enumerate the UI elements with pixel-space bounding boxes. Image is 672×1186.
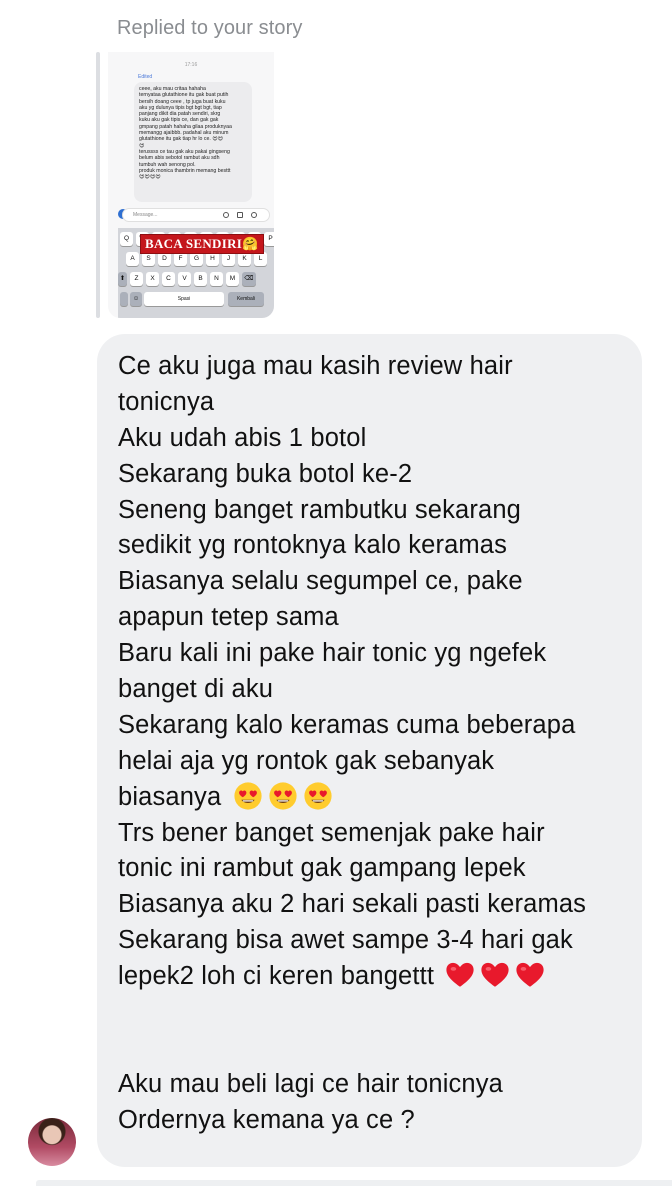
message-line: biasanya	[118, 780, 628, 816]
heart-eyes-emoji-icon	[303, 782, 332, 810]
story-timestamp: 17:16	[184, 62, 198, 68]
key-x: X	[146, 272, 159, 286]
emoji-key-icon: ☺	[130, 292, 142, 306]
red-heart-emoji-icon	[516, 962, 544, 987]
story-text-line: 😍😍😍😍	[139, 174, 161, 181]
composer-edge	[36, 1180, 672, 1186]
space-key: Spasi	[144, 292, 224, 306]
message-line: banget di aku	[118, 672, 628, 708]
numbers-key	[120, 292, 128, 306]
message-line: lepek2 loh ci keren bangettt	[118, 959, 628, 995]
message-line-text: Ordernya kemana ya ce ?	[118, 1105, 415, 1134]
replied-to-story-label: Replied to your story	[117, 17, 303, 39]
gallery-icon	[237, 212, 243, 218]
message-line-text: Ce aku juga mau kasih review hair	[118, 352, 513, 380]
reply-quote-bar	[96, 52, 100, 318]
story-message-placeholder: Message...	[133, 212, 158, 218]
key-k: K	[238, 252, 251, 266]
message-line-text: lepek2 loh ci keren bangettt	[118, 962, 435, 991]
microphone-icon	[223, 212, 229, 218]
message-line-text: banget di aku	[118, 675, 274, 704]
message-line-text: Sekarang bisa awet sampe 3-4 hari gak	[118, 926, 573, 955]
message-line: Ce aku juga mau kasih review hair	[118, 349, 628, 385]
message-line: Aku udah abis 1 botol	[118, 421, 628, 457]
heart-eyes-emoji-icon	[233, 782, 262, 810]
message-line-text: biasanya	[118, 782, 222, 811]
message-line: sedikit yg rontoknya kalo keramas	[118, 528, 628, 564]
message-line-text: helai aja yg rontok gak sebanyak	[118, 746, 495, 775]
message-line: Ordernya kemana ya ce ?	[118, 1103, 628, 1139]
message-line: Biasanya aku 2 hari sekali pasti keramas	[118, 887, 628, 923]
message-line	[118, 995, 628, 1031]
story-chat-bubble: ceee, aku mau critaa hahaha ternyataa glu…	[134, 82, 252, 202]
message-line-text: apapun tetep sama	[118, 603, 339, 632]
message-line-text: tonicnya	[118, 387, 215, 416]
shift-key-icon: ⬆	[118, 272, 127, 286]
key-n: N	[210, 272, 223, 286]
message-line-text: sedikit yg rontoknya kalo keramas	[118, 531, 508, 560]
key-f: F	[174, 252, 187, 266]
key-v: V	[178, 272, 191, 286]
baca-sendiri-sticker: BACA SENDIRI🤗	[140, 234, 264, 254]
red-heart-emoji-icon	[446, 962, 474, 987]
key-a: A	[126, 252, 139, 266]
key-d: D	[158, 252, 171, 266]
message-line-text: Biasanya selalu segumpel ce, pake	[118, 567, 523, 596]
key-c: C	[162, 272, 175, 286]
key-g: G	[190, 252, 203, 266]
return-key: Kembali	[228, 292, 264, 306]
message-line-text: tonic ini rambut gak gampang lepek	[118, 854, 526, 883]
story-message-bar: Message...	[122, 208, 270, 222]
red-heart-emoji-icon	[481, 962, 509, 987]
message-line: helai aja yg rontok gak sebanyak	[118, 744, 628, 780]
message-line: Seneng banget rambutku sekarang	[118, 493, 628, 529]
message-line: Trs bener banget semenjak pake hair	[118, 816, 628, 852]
message-line: Biasanya selalu segumpel ce, pake	[118, 564, 628, 600]
message-line-text: Sekarang kalo keramas cuma beberapa	[118, 710, 576, 739]
message-line-text: Sekarang buka botol ke-2	[118, 459, 413, 488]
keyboard-row-2: ASDFGHJKL	[126, 252, 270, 266]
message-line-text: Baru kali ini pake hair tonic yg ngefek	[118, 639, 547, 668]
key-m: M	[226, 272, 239, 286]
story-preview-thumbnail[interactable]: 17:16 Edited ceee, aku mau critaa hahaha…	[108, 52, 274, 318]
message-line-text: Trs bener banget semenjak pake hair	[118, 818, 545, 847]
message-line	[118, 1031, 628, 1067]
story-edited-label: Edited	[138, 74, 153, 80]
key-s: S	[142, 252, 155, 266]
message-line: Baru kali ini pake hair tonic yg ngefek	[118, 636, 628, 672]
message-line: Aku mau beli lagi ce hair tonicnya	[118, 1067, 628, 1103]
message-line: Sekarang bisa awet sampe 3-4 hari gak	[118, 923, 628, 959]
heart-eyes-emoji-icon	[268, 782, 297, 810]
message-line: tonic ini rambut gak gampang lepek	[118, 851, 628, 887]
sticker-icon	[251, 212, 257, 218]
key-z: Z	[130, 272, 143, 286]
message-line-text: Seneng banget rambutku sekarang	[118, 495, 522, 524]
message-line: tonicnya	[118, 385, 628, 421]
key-l: L	[254, 252, 267, 266]
keyboard-row-3: ⬆ ZXCVBNM ⌫	[118, 272, 259, 286]
sender-avatar[interactable]	[28, 1118, 76, 1166]
key-p: P	[264, 232, 274, 246]
backspace-key-icon: ⌫	[242, 272, 256, 286]
message-text: Ce aku juga mau kasih review hair tonicny…	[118, 349, 628, 1139]
key-h: H	[206, 252, 219, 266]
message-line: Sekarang buka botol ke-2	[118, 457, 628, 493]
key-b: B	[194, 272, 207, 286]
key-j: J	[222, 252, 235, 266]
key-q: Q	[120, 232, 133, 246]
message-line-text: Aku udah abis 1 botol	[118, 423, 367, 452]
message-line-text: Biasanya aku 2 hari sekali pasti keramas	[118, 890, 587, 919]
message-line: apapun tetep sama	[118, 600, 628, 636]
message-line-text: Aku mau beli lagi ce hair tonicnya	[118, 1069, 503, 1098]
message-line: Sekarang kalo keramas cuma beberapa	[118, 708, 628, 744]
